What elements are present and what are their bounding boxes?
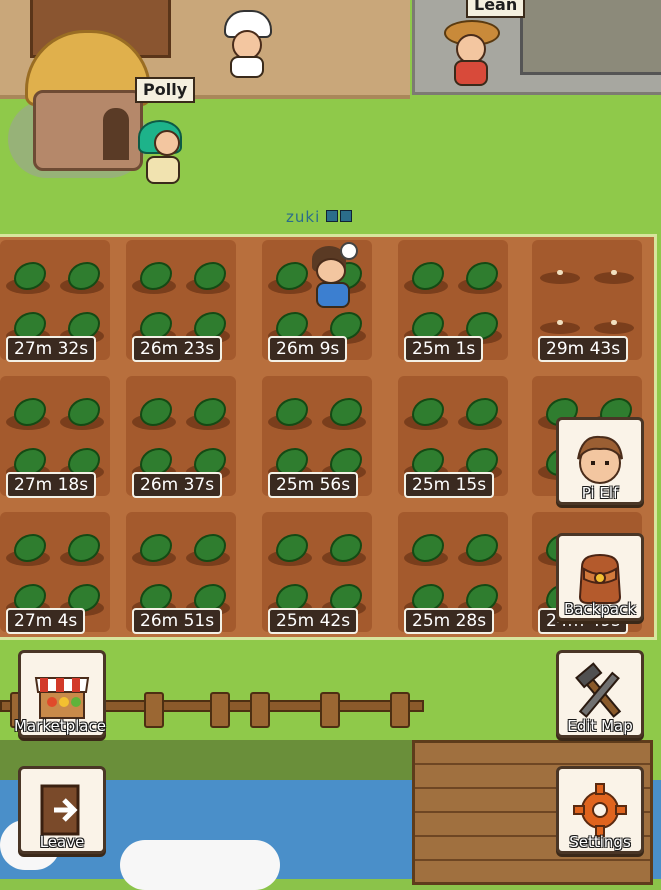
chef-npc[interactable] bbox=[224, 10, 272, 78]
straw-hut bbox=[25, 30, 151, 171]
plot-timer: 25m 28s bbox=[404, 608, 495, 634]
player-character[interactable] bbox=[310, 242, 358, 308]
gear-icon bbox=[573, 783, 627, 837]
dock-plank bbox=[415, 859, 650, 861]
edit-map-label: Edit Map bbox=[567, 717, 633, 735]
plot-timer: 26m 51s bbox=[132, 608, 223, 634]
plot-timer: 25m 1s bbox=[404, 336, 484, 362]
fence-post bbox=[210, 692, 230, 728]
plot-timer: 25m 56s bbox=[268, 472, 359, 498]
lean-body bbox=[454, 60, 488, 86]
lean-npc[interactable] bbox=[444, 20, 500, 86]
settings-label: Settings bbox=[569, 833, 631, 851]
fence-post bbox=[250, 692, 270, 728]
seeded-mound bbox=[540, 270, 580, 284]
exit-door-icon bbox=[40, 784, 80, 836]
workshop-building bbox=[520, 0, 661, 75]
cloud bbox=[120, 840, 280, 890]
dock-plank bbox=[415, 763, 650, 765]
seeded-mound bbox=[594, 320, 634, 334]
plot-timer: 25m 15s bbox=[404, 472, 495, 498]
fence-post bbox=[144, 692, 164, 728]
marketplace-label: Marketplace bbox=[14, 717, 106, 735]
fence-post bbox=[390, 692, 410, 728]
plot-timer: 25m 42s bbox=[268, 608, 359, 634]
npc-name-polly: Polly bbox=[135, 77, 196, 103]
backpack-label: Backpack bbox=[563, 600, 637, 618]
player-head bbox=[316, 258, 346, 284]
plot-timer: 26m 9s bbox=[268, 336, 348, 362]
seeded-mound bbox=[594, 270, 634, 284]
polly-body bbox=[146, 156, 180, 184]
chef-body bbox=[230, 56, 264, 78]
plot-timer: 26m 37s bbox=[132, 472, 223, 498]
plot-timer: 29m 43s bbox=[538, 336, 629, 362]
plot-timer: 27m 4s bbox=[6, 608, 86, 634]
pi-elf-label: Pi Elf bbox=[581, 484, 619, 502]
plot-timer: 26m 23s bbox=[132, 336, 223, 362]
leave-label: Leave bbox=[39, 833, 85, 851]
plot-timer: 27m 32s bbox=[6, 336, 97, 362]
seeded-mound bbox=[540, 320, 580, 334]
player-name-tag: zuki bbox=[286, 208, 353, 226]
plot-timer: 27m 18s bbox=[6, 472, 97, 498]
player-body bbox=[316, 282, 350, 308]
polly-npc[interactable] bbox=[138, 120, 182, 184]
player-name: zuki bbox=[286, 208, 321, 226]
npc-name-lean: Lean bbox=[466, 0, 526, 18]
fence-post bbox=[320, 692, 340, 728]
hut-door bbox=[103, 108, 129, 160]
player-badge-icon bbox=[340, 210, 353, 222]
polly-head bbox=[154, 130, 180, 156]
player-hair-bow bbox=[340, 242, 358, 260]
player-badge-icon bbox=[326, 210, 339, 222]
